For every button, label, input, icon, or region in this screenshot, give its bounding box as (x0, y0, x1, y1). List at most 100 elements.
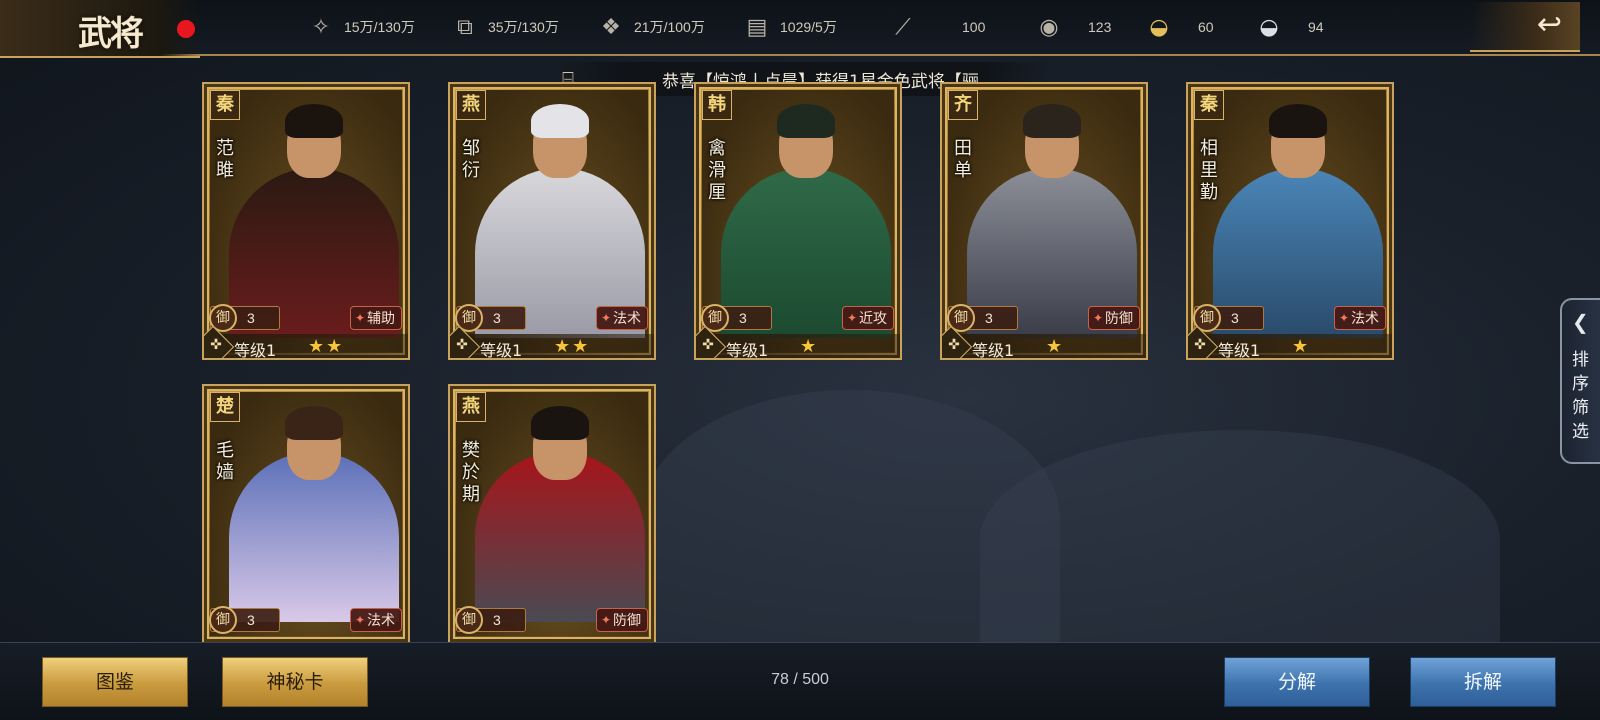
general-card[interactable]: 齐田单御 3 ✦ 防御 ✜ 等级1 ★ (940, 82, 1148, 360)
role-label: 防御 (1105, 311, 1133, 327)
defense-stat: 御3 (1193, 304, 1264, 332)
role-badge: ✦ 法术 (349, 608, 402, 632)
general-portrait (470, 96, 650, 338)
silver-ingot-icon: ◒ (1259, 14, 1279, 40)
back-button[interactable]: ↩ (1470, 2, 1580, 52)
resource-wood[interactable]: ⧉ 35万/130万 (450, 12, 559, 42)
role-badge: ✦ 近攻 (841, 306, 894, 330)
resource-iron[interactable]: ▤ 1029/5万 (742, 12, 837, 42)
background-mountain (980, 430, 1500, 650)
general-card[interactable]: 秦相里勤御 3 ✦ 法术 ✜ 等级1 ★ (1186, 82, 1394, 360)
resource-wheat[interactable]: ✧ 15万/130万 (306, 12, 415, 42)
portrait-hair (531, 406, 589, 440)
general-card[interactable]: 秦范雎御 3 ✦ 辅助 ✜ 等级1 ★★ (202, 82, 410, 360)
sort-filter-label: 排序筛选 (1572, 350, 1589, 442)
defense-stat: 御3 (209, 304, 280, 332)
resource-stone[interactable]: ❖ 21万/100万 (596, 12, 705, 42)
defense-stat: 御3 (455, 304, 526, 332)
level-label: 等级1 (234, 341, 277, 360)
role-label: 防御 (613, 613, 641, 629)
resource-coin[interactable]: ◉ 123 (1034, 12, 1111, 42)
star-icon: ★ (1292, 336, 1311, 357)
star-icon: ★ (554, 336, 573, 357)
mystery-card-button[interactable]: 神秘卡 (222, 657, 368, 707)
defense-value: 3 (493, 310, 501, 326)
star-icon: ★ (572, 336, 591, 357)
general-name: 相里勤 (1200, 138, 1218, 203)
resource-token[interactable]: ⟋ 100 (888, 12, 985, 42)
class-glyph: ✜ (948, 337, 960, 353)
star-icon: ★ (800, 336, 819, 357)
defense-stat: 御3 (947, 304, 1018, 332)
role-badge: ✦ 防御 (595, 608, 648, 632)
general-card[interactable]: 楚毛嫱御 3 ✦ 法术 (202, 384, 410, 644)
atlas-button[interactable]: 图鉴 (42, 657, 188, 707)
iron-icon: ▤ (746, 14, 768, 40)
role-icon: ✦ (600, 613, 611, 627)
faction-badge: 燕 (456, 90, 486, 120)
level-row: ✜ 等级1 ★ (696, 325, 900, 358)
general-card[interactable]: 燕邹衍御 3 ✦ 法术 ✜ 等级1 ★★ (448, 82, 656, 360)
general-card[interactable]: 韩禽滑厘御 3 ✦ 近攻 ✜ 等级1 ★ (694, 82, 902, 360)
gold-ingot-icon: ◒ (1149, 14, 1169, 40)
defense-value: 3 (493, 612, 501, 628)
role-label: 法术 (1351, 311, 1379, 327)
resource-value: 60 (1198, 19, 1214, 35)
faction-badge: 韩 (702, 90, 732, 120)
faction-badge: 燕 (456, 392, 486, 422)
resource-value: 100 (962, 19, 986, 35)
defense-stat: 御3 (209, 606, 280, 634)
notification-dot (177, 20, 195, 38)
defense-label: 御 (455, 606, 483, 634)
level-label: 等级1 (1218, 341, 1261, 360)
wheat-icon: ✧ (311, 14, 331, 40)
defense-stat: 御3 (455, 606, 526, 634)
resource-silver[interactable]: ◒ 94 (1254, 12, 1324, 42)
role-badge: ✦ 法术 (595, 306, 648, 330)
game-screen: 武将 ✧ 15万/130万 ⧉ 35万/130万 ❖ 21万/100万 ▤ 10… (0, 0, 1600, 720)
general-portrait (224, 398, 404, 622)
star-icon: ★ (326, 336, 345, 357)
class-glyph: ✜ (456, 337, 468, 353)
resource-value: 94 (1308, 19, 1324, 35)
star-rating: ★★ (308, 336, 344, 357)
defense-label: 御 (209, 606, 237, 634)
stone-icon: ❖ (601, 14, 621, 40)
class-glyph: ✜ (702, 337, 714, 353)
portrait-hair (1023, 104, 1081, 138)
star-rating: ★ (1292, 336, 1310, 357)
role-label: 法术 (367, 613, 395, 629)
top-bar: 武将 ✧ 15万/130万 ⧉ 35万/130万 ❖ 21万/100万 ▤ 10… (0, 0, 1600, 58)
role-badge: ✦ 防御 (1087, 306, 1140, 330)
general-card[interactable]: 燕樊於期御 3 ✦ 防御 (448, 384, 656, 644)
star-rating: ★★ (554, 336, 590, 357)
defense-value: 3 (1231, 310, 1239, 326)
chevron-left-icon: ❮ (1572, 310, 1589, 334)
general-name: 禽滑厘 (708, 138, 726, 203)
resource-value: 35万/130万 (488, 19, 559, 35)
star-icon: ★ (308, 336, 327, 357)
role-label: 近攻 (859, 311, 887, 327)
dismantle-button[interactable]: 拆解 (1410, 657, 1556, 707)
token-icon: ⟋ (895, 14, 911, 40)
decompose-button[interactable]: 分解 (1224, 657, 1370, 707)
sort-filter-tab[interactable]: ❮ 排序筛选 (1560, 298, 1600, 464)
star-icon: ★ (1046, 336, 1065, 357)
faction-badge: 秦 (1194, 90, 1224, 120)
role-icon: ✦ (354, 311, 365, 325)
general-name: 范雎 (216, 138, 234, 181)
resource-value: 1029/5万 (780, 19, 837, 35)
portrait-hair (777, 104, 835, 138)
level-label: 等级1 (972, 341, 1015, 360)
defense-value: 3 (247, 612, 255, 628)
level-row: ✜ 等级1 ★★ (204, 325, 408, 360)
star-rating: ★ (1046, 336, 1064, 357)
level-label: 等级1 (480, 341, 523, 360)
role-badge: ✦ 辅助 (349, 306, 402, 330)
resource-value: 21万/100万 (634, 19, 705, 35)
general-portrait (1208, 96, 1388, 338)
level-row: ✜ 等级1 ★ (942, 325, 1146, 360)
defense-value: 3 (985, 310, 993, 326)
resource-gold[interactable]: ◒ 60 (1144, 12, 1214, 42)
general-name: 毛嫱 (216, 440, 234, 483)
